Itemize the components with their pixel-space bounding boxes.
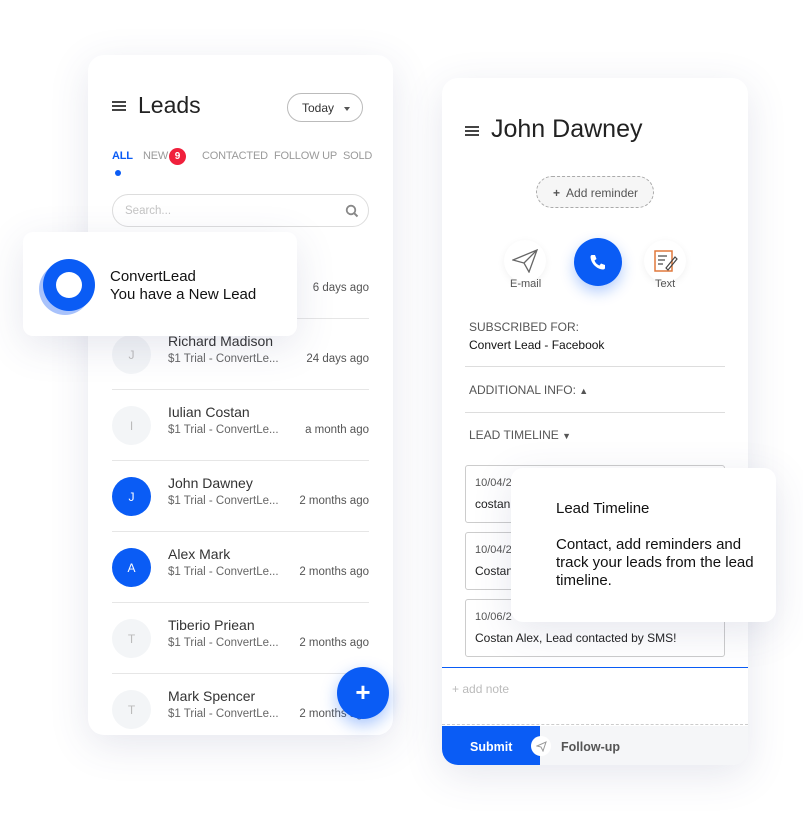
add-reminder-label: Add reminder bbox=[566, 186, 639, 200]
lead-source: $1 Trial - ConvertLe... bbox=[168, 424, 279, 436]
avatar: J bbox=[112, 477, 151, 516]
timeline-text: costan. bbox=[475, 497, 514, 511]
follow-up-label: Follow-up bbox=[561, 740, 621, 754]
timeline-date: 10/06/2 bbox=[475, 611, 512, 623]
date-filter-value: Today bbox=[302, 101, 335, 115]
notification-message: You have a New Lead bbox=[110, 286, 257, 303]
tab-follow-up[interactable]: FOLLOW UP bbox=[274, 150, 337, 162]
plus-icon: + bbox=[553, 186, 561, 200]
lead-timeline-label: LEAD TIMELINE bbox=[469, 428, 559, 442]
caret-down-icon bbox=[344, 107, 350, 114]
email-button[interactable] bbox=[504, 240, 546, 282]
lead-row[interactable]: I Iulian Costan $1 Trial - ConvertLe... … bbox=[112, 390, 369, 461]
lead-source: $1 Trial - ConvertLe... bbox=[168, 708, 279, 720]
lead-name: Mark Spencer bbox=[168, 688, 256, 704]
edit-note-icon bbox=[654, 250, 678, 272]
menu-icon[interactable] bbox=[112, 101, 126, 111]
lead-source: $1 Trial - ConvertLe... bbox=[168, 495, 279, 507]
page-title: Leads bbox=[138, 92, 201, 118]
lead-source: $1 Trial - ConvertLe... bbox=[168, 353, 279, 365]
lead-timeline-toggle[interactable]: LEAD TIMELINE ▼ bbox=[469, 428, 571, 442]
add-lead-button[interactable]: + bbox=[337, 667, 389, 719]
lead-name: John Dawney bbox=[491, 115, 643, 143]
avatar: J bbox=[112, 335, 151, 374]
menu-icon[interactable] bbox=[465, 126, 479, 136]
lead-time: 2 months ago bbox=[299, 637, 369, 649]
search-input[interactable]: Search... bbox=[112, 194, 369, 227]
timeline-text: Costan Alex, Lead contacted by SMS! bbox=[475, 631, 677, 645]
follow-up-button[interactable]: Follow-up bbox=[540, 726, 748, 765]
avatar: T bbox=[112, 619, 151, 658]
subscribed-label: SUBSCRIBED FOR: bbox=[469, 320, 580, 334]
lead-timeline-tooltip: Lead Timeline Contact, add reminders and… bbox=[511, 468, 776, 622]
lead-name: Tiberio Priean bbox=[168, 617, 255, 633]
lead-time: 2 months ago bbox=[299, 495, 369, 507]
tab-contacted[interactable]: CONTACTED bbox=[202, 150, 268, 162]
tab-all[interactable]: ALL bbox=[112, 150, 133, 162]
search-placeholder: Search... bbox=[125, 205, 172, 217]
timeline-text: Costan bbox=[475, 564, 514, 578]
chevron-down-icon: ▼ bbox=[562, 431, 572, 441]
divider bbox=[465, 412, 725, 413]
lead-time: a month ago bbox=[305, 424, 369, 436]
text-button[interactable] bbox=[644, 240, 686, 282]
tooltip-title: Lead Timeline bbox=[556, 500, 650, 517]
notification-toast[interactable]: ConvertLead You have a New Lead bbox=[23, 232, 297, 336]
tooltip-body: Contact, add reminders and track your le… bbox=[556, 536, 754, 589]
lead-source: $1 Trial - ConvertLe... bbox=[168, 637, 279, 649]
lead-time: 2 months ago bbox=[299, 566, 369, 578]
lead-time: 6 days ago bbox=[312, 282, 369, 294]
lead-time: 24 days ago bbox=[306, 353, 369, 365]
timeline-date: 10/04/2 bbox=[475, 544, 512, 556]
additional-info-toggle[interactable]: ADDITIONAL INFO: ▲ bbox=[469, 383, 588, 397]
send-icon bbox=[512, 249, 538, 273]
lead-name: John Dawney bbox=[168, 475, 253, 491]
new-count-badge: 9 bbox=[169, 148, 186, 165]
add-reminder-button[interactable]: + Add reminder bbox=[536, 176, 654, 208]
lead-row[interactable]: T Mark Spencer $1 Trial - ConvertLe... 2… bbox=[112, 674, 369, 745]
additional-info-label: ADDITIONAL INFO: bbox=[469, 383, 576, 397]
avatar: A bbox=[112, 548, 151, 587]
lead-name: Alex Mark bbox=[168, 546, 231, 562]
note-input[interactable]: + add note bbox=[442, 667, 748, 725]
divider bbox=[465, 366, 725, 367]
chevron-up-icon: ▲ bbox=[579, 386, 589, 396]
call-button[interactable] bbox=[574, 238, 622, 286]
date-filter-dropdown[interactable]: Today bbox=[287, 93, 363, 122]
plus-icon: + bbox=[355, 677, 371, 707]
avatar: T bbox=[112, 690, 151, 729]
active-tab-dot bbox=[115, 170, 121, 176]
convertlead-logo-icon bbox=[43, 259, 95, 311]
tab-sold[interactable]: SOLD bbox=[343, 150, 372, 162]
lead-row[interactable]: A Alex Mark $1 Trial - ConvertLe... 2 mo… bbox=[112, 532, 369, 603]
lead-row[interactable]: J John Dawney $1 Trial - ConvertLe... 2 … bbox=[112, 461, 369, 532]
text-label: Text bbox=[655, 278, 676, 290]
note-placeholder: + add note bbox=[452, 682, 510, 696]
lead-name: Iulian Costan bbox=[168, 404, 250, 420]
notification-title: ConvertLead bbox=[110, 268, 196, 285]
submit-label: Submit bbox=[470, 740, 513, 754]
submit-button[interactable]: Submit bbox=[442, 726, 540, 765]
lead-row[interactable]: T Tiberio Priean $1 Trial - ConvertLe...… bbox=[112, 603, 369, 674]
lead-source: $1 Trial - ConvertLe... bbox=[168, 566, 279, 578]
tab-new[interactable]: NEW bbox=[143, 150, 168, 162]
phone-icon bbox=[590, 255, 605, 270]
subscribed-value: Convert Lead - Facebook bbox=[469, 338, 605, 352]
send-icon bbox=[531, 736, 551, 756]
search-icon bbox=[345, 204, 359, 218]
email-label: E-mail bbox=[510, 278, 542, 290]
avatar: I bbox=[112, 406, 151, 445]
timeline-date: 10/04/2 bbox=[475, 477, 512, 489]
